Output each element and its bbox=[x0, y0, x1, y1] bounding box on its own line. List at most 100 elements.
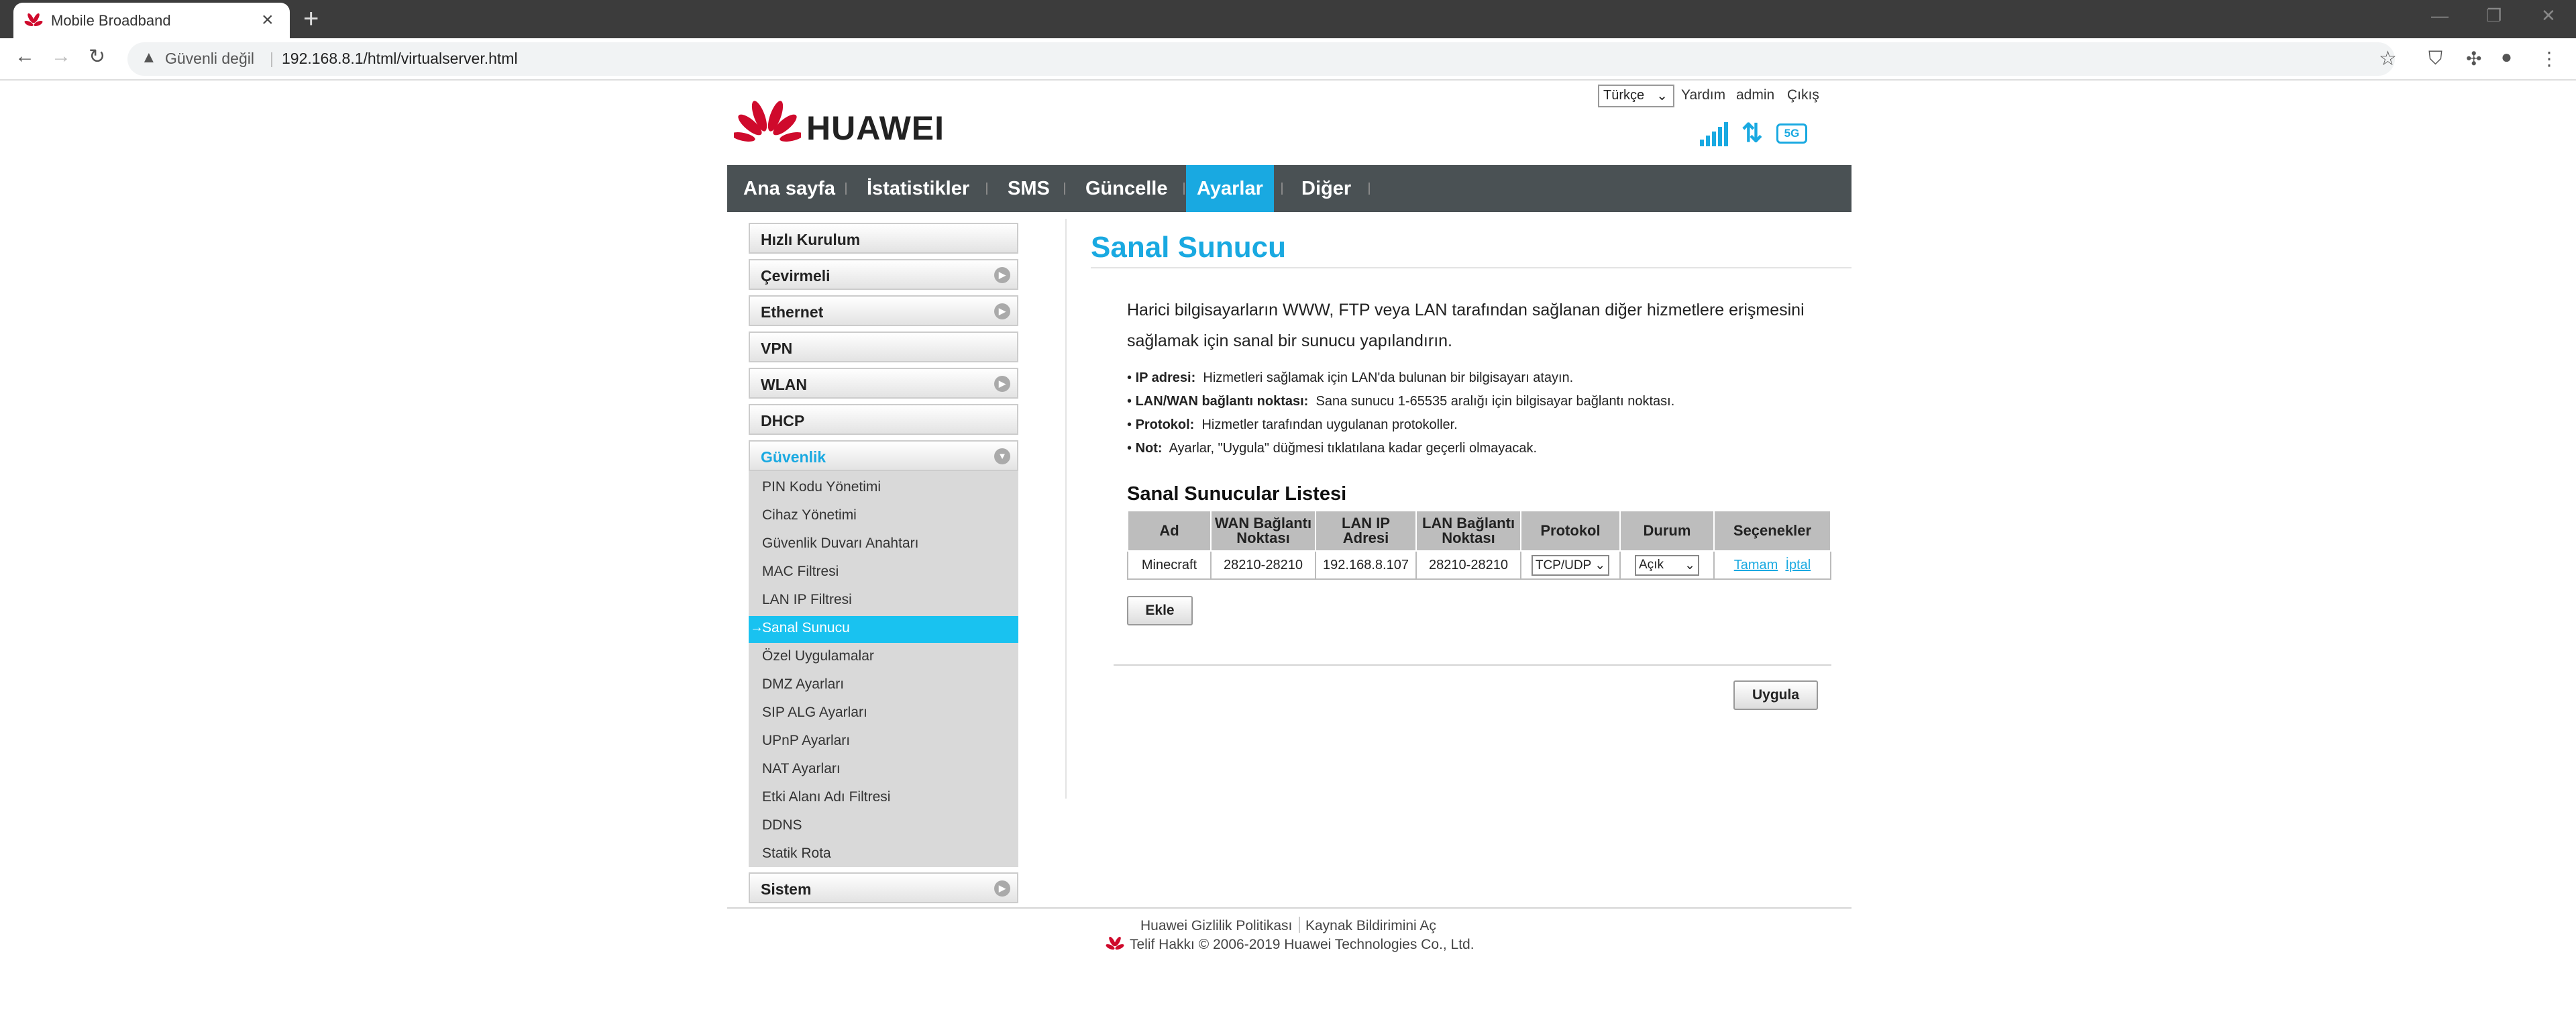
sidebar-item-security[interactable]: Güvenlik ▼ bbox=[749, 440, 1018, 471]
collapse-arrow-icon: ▼ bbox=[994, 448, 1010, 464]
sidebar-item-ethernet[interactable]: Ethernet ▶ bbox=[749, 295, 1018, 326]
new-tab-button[interactable]: + bbox=[303, 4, 319, 34]
puzzle-extension-icon[interactable]: ✣ bbox=[2466, 48, 2481, 70]
url-text[interactable]: 192.168.8.1/html/virtualserver.html bbox=[282, 50, 518, 68]
menu-statistics[interactable]: İstatistikler bbox=[856, 165, 980, 212]
warning-icon[interactable]: ▲ bbox=[141, 48, 157, 67]
add-button[interactable]: Ekle bbox=[1127, 596, 1193, 625]
bullet-text: Sana sunucu 1-65535 aralığı için bilgisa… bbox=[1316, 394, 1675, 409]
signal-strength-icon bbox=[1700, 122, 1728, 146]
protocol-select[interactable]: TCP/UDP ⌄ bbox=[1531, 554, 1610, 576]
cancel-link[interactable]: İptal bbox=[1785, 558, 1811, 572]
sidebar-item-label: Güvenlik bbox=[761, 448, 826, 466]
sidebar-item-system[interactable]: Sistem ▶ bbox=[749, 872, 1018, 903]
tab-strip: Mobile Broadband × + — ❐ ✕ bbox=[0, 0, 2576, 38]
cell-protocol: TCP/UDP ⌄ bbox=[1520, 550, 1621, 580]
browser-tab[interactable]: Mobile Broadband × bbox=[13, 3, 290, 38]
expand-arrow-icon: ▶ bbox=[994, 376, 1010, 392]
status-select[interactable]: Açık ⌄ bbox=[1635, 554, 1699, 576]
sidebar-item-dhcp[interactable]: DHCP bbox=[749, 404, 1018, 435]
submenu-device[interactable]: Cihaz Yönetimi bbox=[762, 507, 857, 523]
menu-dots-icon[interactable]: ⋮ bbox=[2540, 48, 2559, 70]
copyright: Telif Hakkı © 2006-2019 Huawei Technolog… bbox=[1130, 937, 1474, 952]
reload-icon[interactable]: ↻ bbox=[89, 45, 105, 68]
column-header: Protokol bbox=[1520, 510, 1621, 552]
bullet-text: Ayarlar, "Uygula" düğmesi tıklatılana ka… bbox=[1169, 441, 1538, 456]
submenu-sip-alg[interactable]: SIP ALG Ayarları bbox=[762, 705, 867, 721]
expand-arrow-icon: ▶ bbox=[994, 267, 1010, 283]
security-label[interactable]: Güvenli değil bbox=[165, 50, 254, 68]
network-type-badge: 5G bbox=[1776, 123, 1807, 144]
submenu-virtual-server[interactable]: Sanal Sunucu bbox=[762, 620, 850, 636]
submenu-nat[interactable]: NAT Ayarları bbox=[762, 761, 841, 777]
window-close-icon[interactable]: ✕ bbox=[2541, 5, 2556, 26]
address-bar: ← → ↻ ▲ Güvenli değil | 192.168.8.1/html… bbox=[0, 38, 2576, 81]
tab-close-icon[interactable]: × bbox=[262, 9, 274, 32]
cell-status: Açık ⌄ bbox=[1619, 550, 1715, 580]
menu-settings[interactable]: Ayarlar bbox=[1186, 165, 1274, 212]
bookmark-star-icon[interactable]: ☆ bbox=[2379, 47, 2397, 70]
apply-button[interactable]: Uygula bbox=[1733, 680, 1818, 710]
cell-lan-port: 28210-28210 bbox=[1415, 550, 1521, 580]
help-link[interactable]: Yardım bbox=[1681, 87, 1725, 103]
cell-name: Minecraft bbox=[1127, 550, 1212, 580]
language-select[interactable]: Türkçe ⌄ bbox=[1598, 85, 1674, 107]
submenu-ddns[interactable]: DDNS bbox=[762, 817, 802, 833]
menu-other[interactable]: Diğer bbox=[1291, 165, 1362, 212]
chevron-down-icon: ⌄ bbox=[1595, 558, 1606, 572]
bullet-protocol: • Protokol: Hizmetler tarafından uygulan… bbox=[1127, 417, 1458, 432]
chevron-down-icon: ⌄ bbox=[1684, 558, 1695, 572]
protocol-value: TCP/UDP bbox=[1535, 558, 1591, 572]
submenu-firewall[interactable]: Güvenlik Duvarı Anahtarı bbox=[762, 536, 918, 552]
source-notice-link[interactable]: Kaynak Bildirimini Aç bbox=[1305, 918, 1436, 934]
bullet-term: LAN/WAN bağlantı noktası: bbox=[1135, 394, 1309, 409]
huawei-favicon-icon bbox=[24, 13, 43, 27]
privacy-link[interactable]: Huawei Gizlilik Politikası bbox=[1140, 918, 1292, 934]
logout-link[interactable]: Çıkış bbox=[1787, 87, 1819, 103]
bullet-note: • Not: Ayarlar, "Uygula" düğmesi tıklatı… bbox=[1127, 441, 1538, 456]
ok-link[interactable]: Tamam bbox=[1734, 558, 1778, 572]
cell-options: Tamam İptal bbox=[1713, 550, 1831, 580]
submenu-mac-filter[interactable]: MAC Filtresi bbox=[762, 564, 839, 580]
sidebar-item-wlan[interactable]: WLAN ▶ bbox=[749, 368, 1018, 399]
submenu-static-route[interactable]: Statik Rota bbox=[762, 846, 831, 862]
menu-update[interactable]: Güncelle bbox=[1075, 165, 1179, 212]
submenu-upnp[interactable]: UPnP Ayarları bbox=[762, 733, 850, 749]
submenu-pin[interactable]: PIN Kodu Yönetimi bbox=[762, 479, 881, 495]
omnibox-separator: | bbox=[270, 50, 274, 67]
status-value: Açık bbox=[1639, 557, 1664, 572]
menu-sms[interactable]: SMS bbox=[997, 165, 1061, 212]
main-menu: Ana sayfa İstatistikler SMS Güncelle Aya… bbox=[727, 165, 1851, 212]
sidebar-item-vpn[interactable]: VPN bbox=[749, 332, 1018, 362]
submenu-dmz[interactable]: DMZ Ayarları bbox=[762, 676, 844, 693]
table-header-row: Ad WAN Bağlantı Noktası LAN IP Adresi LA… bbox=[1127, 510, 1831, 552]
virtual-server-table: Ad WAN Bağlantı Noktası LAN IP Adresi LA… bbox=[1127, 510, 1831, 580]
bullet-term: Protokol: bbox=[1135, 417, 1195, 432]
avatar[interactable]: ● bbox=[2501, 46, 2512, 68]
column-header: Ad bbox=[1127, 510, 1212, 552]
submenu-special-apps[interactable]: Özel Uygulamalar bbox=[762, 648, 874, 664]
menu-divider bbox=[1368, 183, 1370, 195]
bullet-term: IP adresi: bbox=[1135, 370, 1196, 385]
omnibox[interactable]: ▲ Güvenli değil | 192.168.8.1/html/virtu… bbox=[127, 42, 2397, 76]
menu-divider bbox=[1281, 183, 1283, 195]
cell-wan-port: 28210-28210 bbox=[1210, 550, 1316, 580]
sidebar-item-dialup[interactable]: Çevirmeli ▶ bbox=[749, 259, 1018, 290]
sidebar-item-quick-setup[interactable]: Hızlı Kurulum bbox=[749, 223, 1018, 254]
submenu-domain-filter[interactable]: Etki Alanı Adı Filtresi bbox=[762, 789, 890, 805]
menu-home[interactable]: Ana sayfa bbox=[733, 165, 846, 212]
minimize-icon[interactable]: — bbox=[2431, 5, 2449, 26]
menu-divider bbox=[986, 183, 987, 195]
huawei-flower-icon bbox=[734, 101, 801, 142]
sidebar-item-label: Hızlı Kurulum bbox=[761, 231, 861, 248]
menu-divider bbox=[845, 183, 847, 195]
restore-icon[interactable]: ❐ bbox=[2486, 5, 2502, 26]
column-header: WAN Bağlantı Noktası bbox=[1210, 510, 1316, 552]
back-icon[interactable]: ← bbox=[15, 45, 35, 68]
submenu-lan-ip-filter[interactable]: LAN IP Filtresi bbox=[762, 592, 852, 608]
footer-separator bbox=[1299, 917, 1300, 933]
forward-icon[interactable]: → bbox=[51, 45, 71, 68]
user-link[interactable]: admin bbox=[1736, 87, 1774, 103]
bullet-term: Not: bbox=[1135, 441, 1163, 456]
shield-extension-icon[interactable]: ⛉ bbox=[2428, 48, 2443, 70]
